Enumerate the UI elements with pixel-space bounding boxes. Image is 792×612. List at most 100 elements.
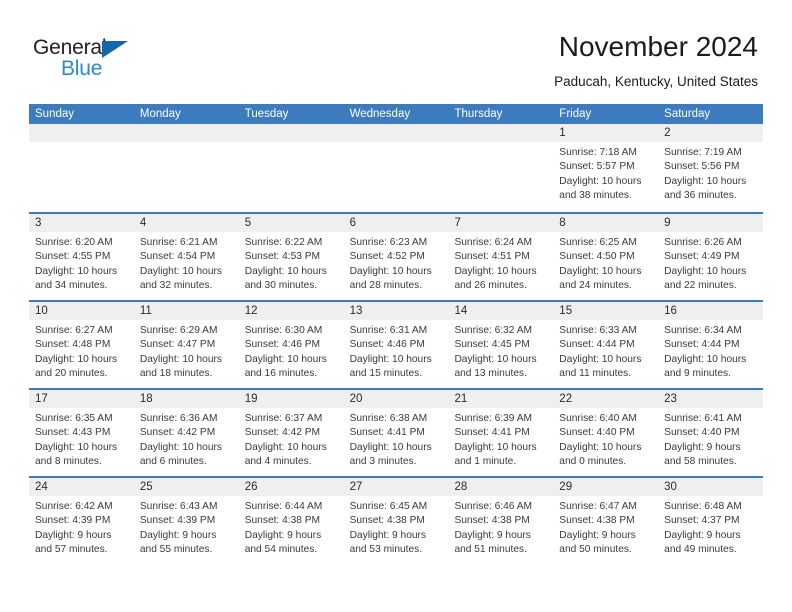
sunset-text: Sunset: 4:41 PM bbox=[454, 427, 530, 439]
sunrise-text: Sunrise: 6:35 AM bbox=[35, 413, 113, 424]
weekday-header-wednesday: Wednesday bbox=[349, 108, 411, 120]
daylight-text-line1: Daylight: 9 hours bbox=[454, 529, 531, 541]
day-number: 3 bbox=[29, 214, 134, 232]
day-cell[interactable]: 24 Sunrise: 6:42 AM Sunset: 4:39 PM Dayligh… bbox=[29, 478, 134, 564]
daylight-text-line2: and 26 minutes. bbox=[454, 279, 527, 291]
day-cell[interactable]: 28 Sunrise: 6:46 AM Sunset: 4:38 PM Dayligh… bbox=[448, 478, 554, 564]
day-number bbox=[133, 124, 239, 142]
sunrise-text: Sunrise: 6:27 AM bbox=[35, 325, 113, 336]
day-sun-info: Sunrise: 6:43 AM Sunset: 4:39 PM Daylight:… bbox=[134, 496, 239, 557]
daylight-text-line1: Daylight: 10 hours bbox=[35, 441, 118, 453]
daylight-text-line2: and 36 minutes. bbox=[664, 189, 737, 201]
day-number: 21 bbox=[448, 390, 554, 408]
general-blue-logo[interactable]: General Blue bbox=[33, 36, 163, 82]
day-cell[interactable]: 2 Sunrise: 7:19 AM Sunset: 5:56 PM Daylight… bbox=[658, 124, 764, 212]
day-cell[interactable]: 30 Sunrise: 6:48 AM Sunset: 4:37 PM Dayligh… bbox=[658, 478, 764, 564]
sunset-text: Sunset: 4:40 PM bbox=[559, 427, 635, 439]
daylight-text-line2: and 3 minutes. bbox=[349, 455, 417, 467]
day-cell[interactable]: 4 Sunrise: 6:21 AM Sunset: 4:54 PM Daylight… bbox=[133, 214, 239, 300]
day-cell[interactable]: 20 Sunrise: 6:38 AM Sunset: 4:41 PM Dayligh… bbox=[343, 390, 449, 476]
day-cell[interactable]: 22 Sunrise: 6:40 AM Sunset: 4:40 PM Dayligh… bbox=[553, 390, 659, 476]
day-number: 15 bbox=[553, 302, 659, 320]
sunset-text: Sunset: 4:38 PM bbox=[559, 515, 635, 527]
sunset-text: Sunset: 4:39 PM bbox=[139, 515, 216, 527]
sunrise-text: Sunrise: 6:46 AM bbox=[454, 501, 533, 512]
daylight-text-line1: Daylight: 9 hours bbox=[664, 529, 741, 541]
day-cell[interactable]: 12 Sunrise: 6:30 AM Sunset: 4:46 PM Dayligh… bbox=[238, 302, 344, 388]
day-sun-info: Sunrise: 6:40 AM Sunset: 4:40 PM Daylight:… bbox=[553, 408, 658, 469]
day-number: 17 bbox=[29, 390, 134, 408]
day-cell[interactable]: 1 Sunrise: 7:18 AM Sunset: 5:57 PM Daylight… bbox=[553, 124, 659, 212]
day-number bbox=[238, 124, 344, 142]
day-cell[interactable]: 29 Sunrise: 6:47 AM Sunset: 4:38 PM Dayligh… bbox=[553, 478, 659, 564]
day-sun-info: Sunrise: 6:33 AM Sunset: 4:44 PM Daylight:… bbox=[553, 320, 658, 381]
sunrise-text: Sunrise: 6:22 AM bbox=[244, 237, 323, 248]
day-cell[interactable]: 16 Sunrise: 6:34 AM Sunset: 4:44 PM Dayligh… bbox=[658, 302, 764, 388]
day-cell[interactable]: 9 Sunrise: 6:26 AM Sunset: 4:49 PM Daylight… bbox=[658, 214, 764, 300]
day-cell[interactable]: 5 Sunrise: 6:22 AM Sunset: 4:53 PM Daylight… bbox=[238, 214, 344, 300]
day-cell[interactable]: 19 Sunrise: 6:37 AM Sunset: 4:42 PM Dayligh… bbox=[238, 390, 344, 476]
sunrise-text: Sunrise: 6:26 AM bbox=[664, 237, 742, 248]
sunset-text: Sunset: 4:42 PM bbox=[244, 427, 321, 439]
day-cell[interactable]: 27 Sunrise: 6:45 AM Sunset: 4:38 PM Dayligh… bbox=[343, 478, 449, 564]
sunset-text: Sunset: 4:52 PM bbox=[349, 251, 425, 263]
daylight-text-line1: Daylight: 10 hours bbox=[559, 441, 642, 453]
day-sun-info: Sunrise: 6:42 AM Sunset: 4:39 PM Daylight:… bbox=[29, 496, 134, 557]
daylight-text-line2: and 49 minutes. bbox=[664, 543, 737, 555]
day-cell[interactable]: 26 Sunrise: 6:44 AM Sunset: 4:38 PM Dayligh… bbox=[238, 478, 344, 564]
day-cell-empty bbox=[29, 124, 134, 212]
daylight-text-line2: and 38 minutes. bbox=[559, 189, 632, 201]
day-number: 20 bbox=[343, 390, 449, 408]
day-cell[interactable]: 23 Sunrise: 6:41 AM Sunset: 4:40 PM Dayligh… bbox=[658, 390, 764, 476]
day-cell-empty bbox=[448, 124, 554, 212]
day-number: 4 bbox=[133, 214, 239, 232]
day-cell[interactable]: 18 Sunrise: 6:36 AM Sunset: 4:42 PM Dayligh… bbox=[133, 390, 239, 476]
day-cell[interactable]: 6 Sunrise: 6:23 AM Sunset: 4:52 PM Daylight… bbox=[343, 214, 449, 300]
sunrise-text: Sunrise: 6:36 AM bbox=[139, 413, 218, 424]
day-cell[interactable]: 3 Sunrise: 6:20 AM Sunset: 4:55 PM Daylight… bbox=[29, 214, 134, 300]
day-cell[interactable]: 14 Sunrise: 6:32 AM Sunset: 4:45 PM Dayligh… bbox=[448, 302, 554, 388]
sunset-text: Sunset: 4:50 PM bbox=[559, 251, 635, 263]
daylight-text-line1: Daylight: 10 hours bbox=[139, 265, 222, 277]
daylight-text-line2: and 18 minutes. bbox=[139, 367, 213, 379]
sunset-text: Sunset: 4:46 PM bbox=[349, 339, 425, 351]
daylight-text-line1: Daylight: 10 hours bbox=[559, 353, 642, 365]
daylight-text-line2: and 57 minutes. bbox=[35, 543, 108, 555]
day-number: 30 bbox=[658, 478, 764, 496]
day-cell[interactable]: 13 Sunrise: 6:31 AM Sunset: 4:46 PM Dayligh… bbox=[343, 302, 449, 388]
day-sun-info: Sunrise: 6:46 AM Sunset: 4:38 PM Daylight:… bbox=[448, 496, 553, 557]
day-sun-info: Sunrise: 6:32 AM Sunset: 4:45 PM Daylight:… bbox=[448, 320, 553, 381]
day-sun-info: Sunrise: 6:29 AM Sunset: 4:47 PM Daylight:… bbox=[134, 320, 239, 381]
daylight-text-line2: and 1 minute. bbox=[454, 455, 517, 467]
day-cell[interactable]: 7 Sunrise: 6:24 AM Sunset: 4:51 PM Daylight… bbox=[448, 214, 554, 300]
day-cell[interactable]: 10 Sunrise: 6:27 AM Sunset: 4:48 PM Dayligh… bbox=[29, 302, 134, 388]
daylight-text-line1: Daylight: 10 hours bbox=[35, 353, 118, 365]
day-sun-info: Sunrise: 6:48 AM Sunset: 4:37 PM Daylight:… bbox=[658, 496, 763, 557]
sunrise-text: Sunrise: 6:48 AM bbox=[664, 501, 742, 512]
day-cell[interactable]: 25 Sunrise: 6:43 AM Sunset: 4:39 PM Dayligh… bbox=[133, 478, 239, 564]
day-sun-info: Sunrise: 6:38 AM Sunset: 4:41 PM Daylight:… bbox=[344, 408, 449, 469]
day-number: 18 bbox=[133, 390, 239, 408]
day-sun-info: Sunrise: 6:36 AM Sunset: 4:42 PM Daylight:… bbox=[134, 408, 239, 469]
sunset-text: Sunset: 4:41 PM bbox=[349, 427, 425, 439]
day-cell[interactable]: 15 Sunrise: 6:33 AM Sunset: 4:44 PM Dayligh… bbox=[553, 302, 659, 388]
day-cell[interactable]: 17 Sunrise: 6:35 AM Sunset: 4:43 PM Dayligh… bbox=[29, 390, 134, 476]
sunrise-text: Sunrise: 6:32 AM bbox=[454, 325, 533, 336]
day-cell[interactable]: 8 Sunrise: 6:25 AM Sunset: 4:50 PM Daylight… bbox=[553, 214, 659, 300]
day-sun-info: Sunrise: 6:27 AM Sunset: 4:48 PM Daylight:… bbox=[29, 320, 134, 381]
sunset-text: Sunset: 4:43 PM bbox=[35, 427, 111, 439]
day-cell[interactable]: 11 Sunrise: 6:29 AM Sunset: 4:47 PM Dayligh… bbox=[133, 302, 239, 388]
sunset-text: Sunset: 5:56 PM bbox=[664, 161, 740, 173]
logo-text-blue: Blue bbox=[61, 57, 103, 80]
daylight-text-line1: Daylight: 10 hours bbox=[454, 353, 537, 365]
day-number: 2 bbox=[658, 124, 764, 142]
daylight-text-line1: Daylight: 10 hours bbox=[559, 175, 642, 187]
day-number: 11 bbox=[133, 302, 239, 320]
day-cell[interactable]: 21 Sunrise: 6:39 AM Sunset: 4:41 PM Dayligh… bbox=[448, 390, 554, 476]
day-number: 27 bbox=[343, 478, 449, 496]
daylight-text-line2: and 13 minutes. bbox=[454, 367, 527, 379]
day-number bbox=[29, 124, 134, 142]
day-number: 19 bbox=[238, 390, 344, 408]
daylight-text-line2: and 30 minutes. bbox=[244, 279, 318, 291]
day-number: 23 bbox=[658, 390, 764, 408]
